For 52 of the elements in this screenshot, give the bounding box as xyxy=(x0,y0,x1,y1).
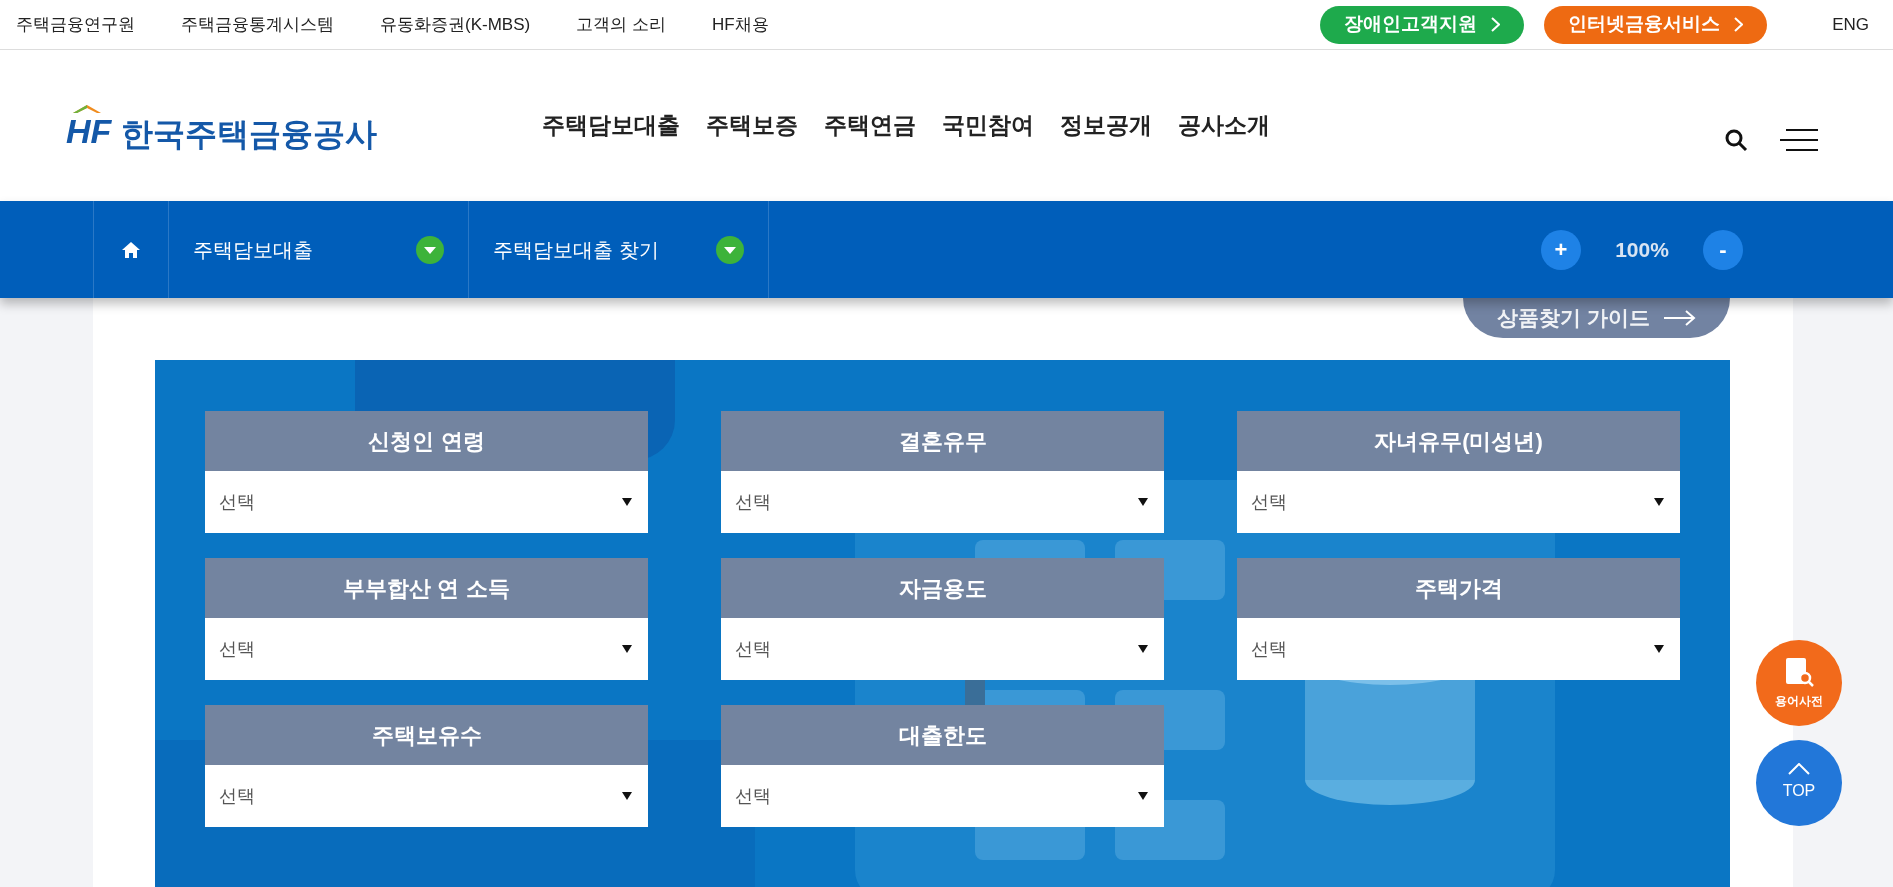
top-link[interactable]: 고객의 소리 xyxy=(576,11,666,38)
select-field[interactable]: 선택 xyxy=(721,618,1164,680)
language-link[interactable]: ENG xyxy=(1832,11,1869,38)
filter-label: 주택보유수 xyxy=(205,705,648,765)
zoom-in-button[interactable]: + xyxy=(1541,229,1581,270)
top-link[interactable]: 주택금융연구원 xyxy=(16,11,135,38)
dropdown-icon xyxy=(416,235,444,264)
arrow-icon xyxy=(1663,310,1696,326)
dropdown-icon xyxy=(716,235,744,264)
logo[interactable]: HF 한국주택금융공사 xyxy=(66,101,378,150)
select-field[interactable]: 선택 xyxy=(721,765,1164,827)
chevron-icon xyxy=(1491,17,1501,32)
main-menu-item[interactable]: 주택담보대출 xyxy=(542,108,681,143)
zoom-level: 100% xyxy=(1614,236,1670,263)
main-menu-item[interactable]: 공사소개 xyxy=(1178,108,1271,143)
menu-icon[interactable] xyxy=(1780,128,1818,152)
dropdown-arrow-icon xyxy=(622,498,632,506)
home-icon xyxy=(121,240,141,259)
dropdown-arrow-icon xyxy=(1138,645,1148,653)
main-menu-item[interactable]: 정보공개 xyxy=(1060,108,1153,143)
dropdown-arrow-icon xyxy=(1138,498,1148,506)
chevron-up-icon xyxy=(1788,763,1810,775)
main-menu-item[interactable]: 국민참여 xyxy=(942,108,1035,143)
filter-label: 부부합산 연 소득 xyxy=(205,558,648,618)
main-menu-item[interactable]: 주택연금 xyxy=(824,108,917,143)
filter-label: 자녀유무(미성년) xyxy=(1237,411,1680,471)
select-field[interactable]: 선택 xyxy=(1237,471,1680,533)
select-field[interactable]: 선택 xyxy=(1237,618,1680,680)
dropdown-arrow-icon xyxy=(1138,792,1148,800)
top-button[interactable]: TOP xyxy=(1756,740,1842,826)
dropdown-arrow-icon xyxy=(622,792,632,800)
roof-icon xyxy=(72,103,102,114)
filter-label: 자금용도 xyxy=(721,558,1164,618)
select-field[interactable]: 선택 xyxy=(721,471,1164,533)
select-field[interactable]: 선택 xyxy=(205,765,648,827)
top-link[interactable]: HF채용 xyxy=(711,11,769,38)
main-menu-item[interactable]: 주택보증 xyxy=(706,108,799,143)
dropdown-arrow-icon xyxy=(622,645,632,653)
chevron-icon xyxy=(1734,17,1744,32)
book-search-icon xyxy=(1784,656,1814,688)
top-link[interactable]: 유동화증권(K-MBS) xyxy=(380,11,531,38)
filter-label: 대출한도 xyxy=(721,705,1164,765)
dropdown-arrow-icon xyxy=(1654,645,1664,653)
zoom-out-button[interactable]: - xyxy=(1703,229,1743,270)
filter-label: 결혼유무 xyxy=(721,411,1164,471)
filter-label: 신청인 연령 xyxy=(205,411,648,471)
top-link[interactable]: 주택금융통계시스템 xyxy=(181,11,334,38)
dropdown-arrow-icon xyxy=(1654,498,1664,506)
select-field[interactable]: 선택 xyxy=(205,471,648,533)
filter-label: 주택가격 xyxy=(1237,558,1680,618)
select-field[interactable]: 선택 xyxy=(205,618,648,680)
search-icon[interactable] xyxy=(1724,128,1748,152)
